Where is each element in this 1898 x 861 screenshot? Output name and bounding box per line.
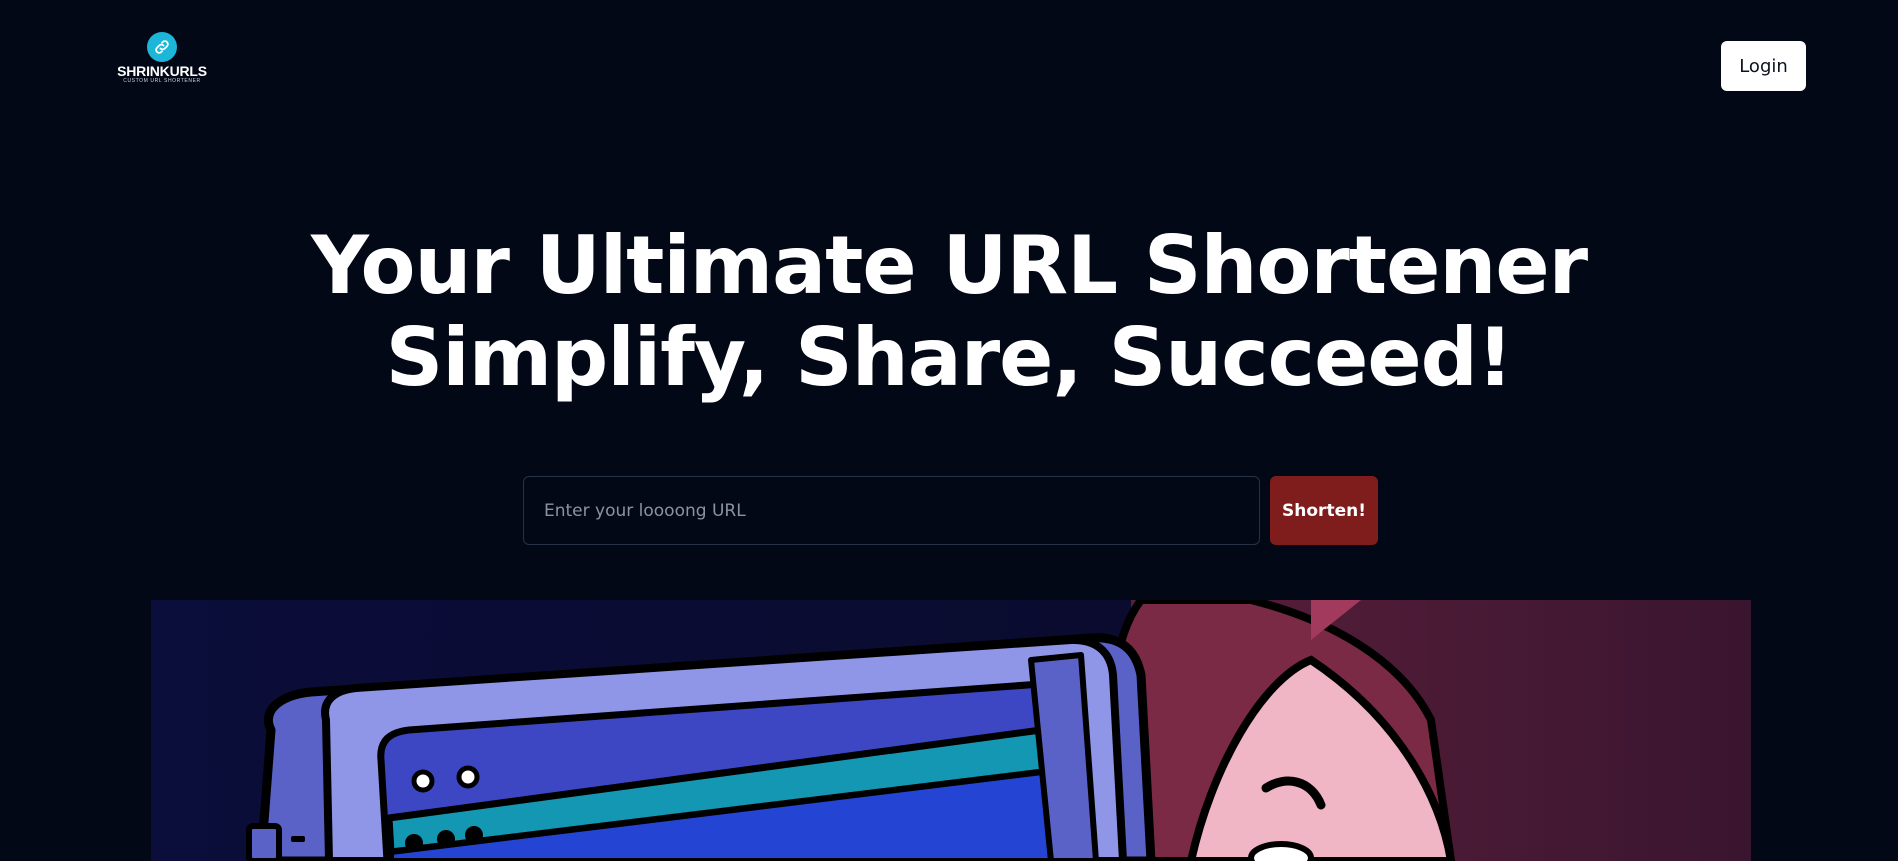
logo-name: SHRINKURLS: [117, 63, 207, 79]
url-input[interactable]: [523, 476, 1260, 545]
hero-illustration-art: [151, 600, 1751, 861]
logo[interactable]: SHRINKURLS CUSTOM URL SHORTENER: [112, 32, 212, 88]
landing-page: SHRINKURLS CUSTOM URL SHORTENER Login Yo…: [0, 0, 1898, 861]
hero-title: Your Ultimate URL Shortener Simplify, Sh…: [0, 220, 1898, 404]
login-button[interactable]: Login: [1721, 41, 1806, 91]
logo-tagline: CUSTOM URL SHORTENER: [123, 78, 201, 84]
hero-title-line-2: Simplify, Share, Succeed!: [385, 311, 1514, 404]
shorten-button[interactable]: Shorten!: [1270, 476, 1378, 545]
link-icon: [147, 32, 177, 62]
hero-title-line-1: Your Ultimate URL Shortener: [310, 219, 1588, 312]
hero-illustration: [151, 600, 1751, 861]
